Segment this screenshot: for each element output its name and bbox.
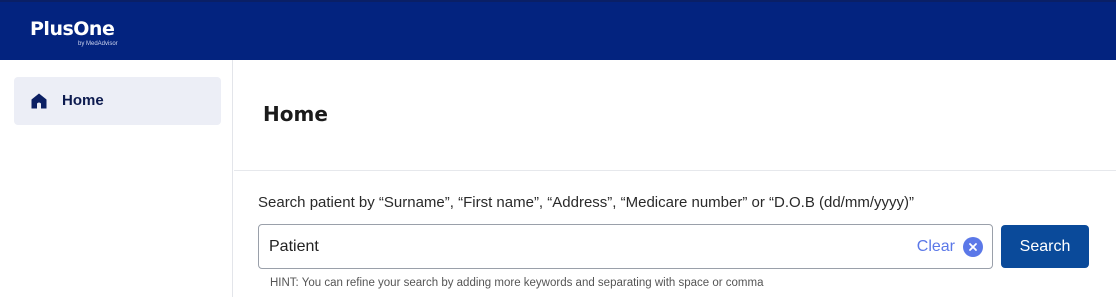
page-header: Home (234, 60, 1116, 171)
page-title: Home (263, 102, 328, 126)
main-content: Home Search patient by “Surname”, “First… (234, 60, 1116, 297)
logo-text: PlusOne (30, 18, 115, 40)
clear-label: Clear (916, 237, 955, 255)
search-hint: HINT: You can refine your search by addi… (270, 277, 764, 289)
sidebar-item-label: Home (62, 92, 104, 109)
search-instructions: Search patient by “Surname”, “First name… (258, 194, 915, 211)
logo-tagline: by MedAdvisor (78, 41, 118, 47)
search-button[interactable]: Search (1001, 225, 1089, 268)
search-field-container: Clear (258, 224, 993, 269)
sidebar-item-home[interactable]: Home (14, 77, 221, 125)
patient-search-input[interactable] (269, 225, 869, 268)
plusone-logo[interactable]: PlusOne by MedAdvisor (30, 18, 118, 47)
home-icon (31, 93, 47, 109)
sidebar: Home (0, 60, 233, 297)
top-header-bar: PlusOne by MedAdvisor (0, 0, 1116, 60)
close-circle-icon (963, 236, 983, 257)
clear-button[interactable]: Clear (917, 225, 983, 268)
